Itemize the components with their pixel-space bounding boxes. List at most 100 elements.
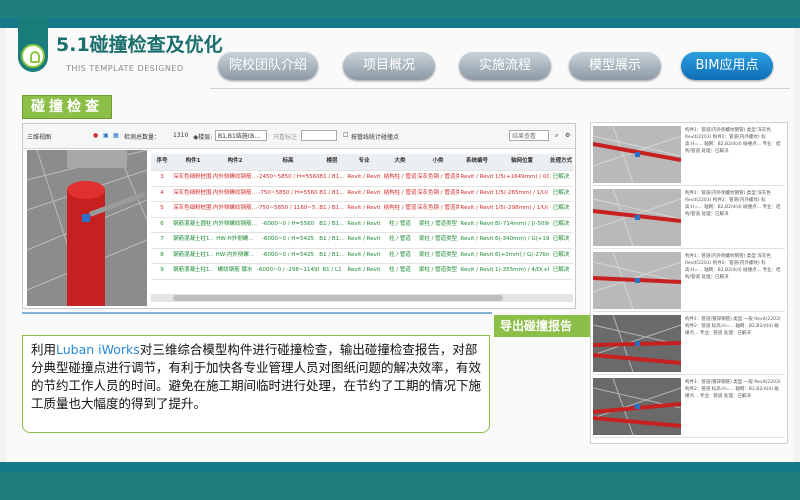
section-label: 碰撞检查 xyxy=(22,95,112,119)
table-cell: 8 xyxy=(160,251,164,258)
thumbnail-caption: 构件1：管道(镀锌钢管) 类型:一般 Revit(2203) 构件2：管道 标高… xyxy=(685,380,781,399)
3d-viewport[interactable] xyxy=(27,150,147,306)
search-icon[interactable]: ⌕ xyxy=(555,132,558,140)
table-cell: 5 xyxy=(160,205,164,211)
column-header: 轴网位置 xyxy=(510,158,533,164)
table-cell: 钢筋混凝土圆柱… xyxy=(173,220,213,227)
table-row[interactable]: 6 钢筋混凝土圆柱… 内外侧螺纹钢筋… -6000~0 / H=5560 B1 / B1… xyxy=(151,217,573,233)
table-row[interactable]: 8 钢筋混凝土柱1… HW-内外侧螺… -6000~0 / H=5425 B1 / B1… xyxy=(151,248,573,264)
table-cell: 深灰色细粉桩围… xyxy=(173,189,213,196)
report-thumbnail[interactable]: 构件1：管道(内外侧螺纹钢管) 类型:深灰色 Revit(2203) 构件2：管… xyxy=(593,250,785,312)
table-cell: -6000~0 / H=5425 xyxy=(261,236,315,242)
table-cell: 已解决 xyxy=(552,267,570,273)
table-cell: 钢筋混凝土柱1… xyxy=(173,251,213,258)
table-cell: -750~5850 / H=5560 xyxy=(258,189,318,196)
table-cell: 3 xyxy=(160,174,164,180)
table-cell: 已解决 xyxy=(552,189,570,196)
page-title: 5.1碰撞检查及优化 xyxy=(56,34,223,56)
grid-icon[interactable]: ▦ xyxy=(113,132,119,139)
table-cell: Revit / Revit xyxy=(460,267,494,273)
table-cell: 9 xyxy=(160,267,164,273)
total-label: 检测总数量： xyxy=(124,134,161,141)
table-cell: B1 / L1 xyxy=(322,267,342,273)
settings-icon[interactable]: ⚙ xyxy=(565,132,570,139)
table-cell: -750~5850 / 1160~5… xyxy=(257,205,319,211)
table-cell: 已解决 xyxy=(552,205,570,211)
column-header: 构件2 xyxy=(227,158,243,164)
column-header: 序号 xyxy=(156,158,168,164)
report-thumbnail[interactable]: 构件1：管道(内外侧螺纹钢管) 类型:深灰色 Revit(2203) 构件2：管… xyxy=(593,124,785,186)
fit-icon[interactable]: ▣ xyxy=(103,132,109,139)
table-cell: Revit / Revit xyxy=(347,174,381,180)
collision-preview-image xyxy=(593,315,681,372)
table-header[interactable]: 序号 构件1 构件2 标高 楼层 专业 大类 小类 系统编号 轴网位置 处理方式 xyxy=(151,154,573,171)
table-cell: 钢筋混凝土柱1… xyxy=(173,267,213,273)
column-header: 小类 xyxy=(432,158,444,164)
column-header: 专业 xyxy=(358,158,370,164)
table-cell: 已解决 xyxy=(552,220,570,227)
table-cell: 结构柱 / 管道 xyxy=(383,174,417,180)
lightbulb-icon xyxy=(21,44,45,68)
table-cell: 钢筋混凝土柱1… xyxy=(173,236,213,242)
collision-app-window: 三维视图 ● ▣ ▦ 检测总数量： 1310 ◉楼层: B1,B1结施(B… 只… xyxy=(22,123,576,309)
table-row[interactable]: 9 钢筋混凝土柱1… 螺纹钢筋 镀水 -6000~0 / -298~11498 B1 /… xyxy=(151,263,573,280)
table-cell: Revit / Revit xyxy=(347,205,381,211)
table-row[interactable]: 4 深灰色细粉桩围… 内外侧螺纹钢筋… -750~5850 / H=5560 B1 / … xyxy=(151,186,573,202)
table-cell: Revit / Revit xyxy=(460,205,494,211)
tab-process[interactable]: 实施流程 xyxy=(459,52,551,80)
table-cell: Revit / Revit xyxy=(347,236,381,242)
table-cell: 7 xyxy=(160,236,164,242)
table-cell: B1 / B1… xyxy=(319,189,345,196)
table-row[interactable]: 7 钢筋混凝土柱1… HW-H外侧螺… -6000~0 / H=5425 B1 / B1… xyxy=(151,232,573,249)
report-thumbnail[interactable]: 构件1：管道(镀锌钢管) 类型:一般 Revit(2203) 构件2：管道 标高… xyxy=(593,376,785,438)
bottom-band xyxy=(0,472,800,500)
description-pre: 利用 xyxy=(31,342,57,357)
table-cell: 柱 / 管道 xyxy=(389,236,411,242)
floor-select[interactable]: B1,B1结施(B… xyxy=(215,130,267,141)
table-cell: 1(-355mm) / 4/D(+62mm) xyxy=(495,267,549,273)
table-cell: 内外侧螺纹钢筋… xyxy=(213,220,257,227)
table-cell: 已解决 xyxy=(552,236,570,242)
app-toolbar: 三维视图 ● ▣ ▦ 检测总数量： 1310 ◉楼层: B1,B1结施(B… 只… xyxy=(23,124,575,149)
collision-table: 序号 构件1 构件2 标高 楼层 专业 大类 小类 系统编号 轴网位置 处理方式 3 深灰色细粉桩围… 内… xyxy=(151,154,573,306)
scrollbar-thumb[interactable] xyxy=(173,295,503,301)
column-header: 系统编号 xyxy=(465,158,488,164)
tab-team[interactable]: 院校团队介绍 xyxy=(218,52,318,80)
report-thumbnail[interactable]: 构件1：管道(镀锌钢管) 类型:一般 Revit(2203) 构件2：管道 标高… xyxy=(593,313,785,375)
table-cell: HW-H外侧螺… xyxy=(216,236,254,242)
report-thumbnail[interactable]: 构件1：管道(内外侧螺纹钢管) 类型:深灰色 Revit(2203) 构件2：管… xyxy=(593,187,785,249)
table-cell: Revit / Revit xyxy=(460,189,494,196)
table-cell: 内外侧螺纹钢筋… xyxy=(213,174,257,180)
collision-preview-image xyxy=(593,378,681,435)
report-thumbnails: 构件1：管道(内外侧螺纹钢管) 类型:深灰色 Revit(2203) 构件2：管… xyxy=(590,122,788,444)
table-cell: 6(-340mm) / G(+199mm) xyxy=(495,236,549,242)
floor-label: ◉楼层: xyxy=(193,134,213,141)
tab-bim[interactable]: BIM应用点 xyxy=(681,52,773,80)
table-cell: Revit / Revit xyxy=(347,220,381,227)
page-subtitle: THIS TEMPLATE DESIGNED xyxy=(66,64,184,73)
pin-icon[interactable]: ● xyxy=(93,132,98,139)
table-cell: 深灰色钢 / 管道类型 xyxy=(417,174,459,180)
tab-overview[interactable]: 项目概况 xyxy=(343,52,435,80)
table-cell: -6000~0 / H=5560 xyxy=(261,220,315,227)
table-cell: 深灰色钢 / 管道类型 xyxy=(417,205,459,211)
thumbnail-caption: 构件1：管道(内外侧螺纹钢管) 类型:深灰色 Revit(2203) 构件2：管… xyxy=(685,191,781,217)
table-cell: 1/5(-298mm) / 1/U(+1mm) xyxy=(495,205,549,211)
column-header: 处理方式 xyxy=(549,158,572,164)
table-cell: 梁柱 / 管道类型 xyxy=(418,220,458,227)
tab-model[interactable]: 模型展示 xyxy=(569,52,661,80)
table-cell: 结构柱 / 管道 xyxy=(383,189,417,196)
bottom-band-secondary xyxy=(0,462,800,472)
result-select[interactable]: 结果查看 xyxy=(509,130,549,141)
table-cell: 深灰色钢 / 管道类型 xyxy=(417,189,459,196)
table-cell: 内外侧螺纹钢筋… xyxy=(213,205,257,211)
group-checkbox-icon[interactable]: ☐ xyxy=(343,132,348,139)
table-row[interactable]: 5 深灰色细粉桩围… 内外侧螺纹钢筋… -750~5850 / 1160~5… B1 /… xyxy=(151,201,573,218)
export-report-button[interactable]: 导出碰撞报告 xyxy=(494,315,604,337)
table-cell: 梁柱 / 管道类型 xyxy=(418,236,458,242)
table-cell: -2450~5850 / H=5560 xyxy=(257,174,319,180)
filter-select[interactable] xyxy=(301,130,337,141)
table-row[interactable]: 3 深灰色细粉桩围… 内外侧螺纹钢筋… -2450~5850 / H=5560 B1 /… xyxy=(151,170,573,187)
table-cell: 柱 / 管道 xyxy=(389,267,411,273)
table-cell: 柱 / 管道 xyxy=(389,220,411,227)
